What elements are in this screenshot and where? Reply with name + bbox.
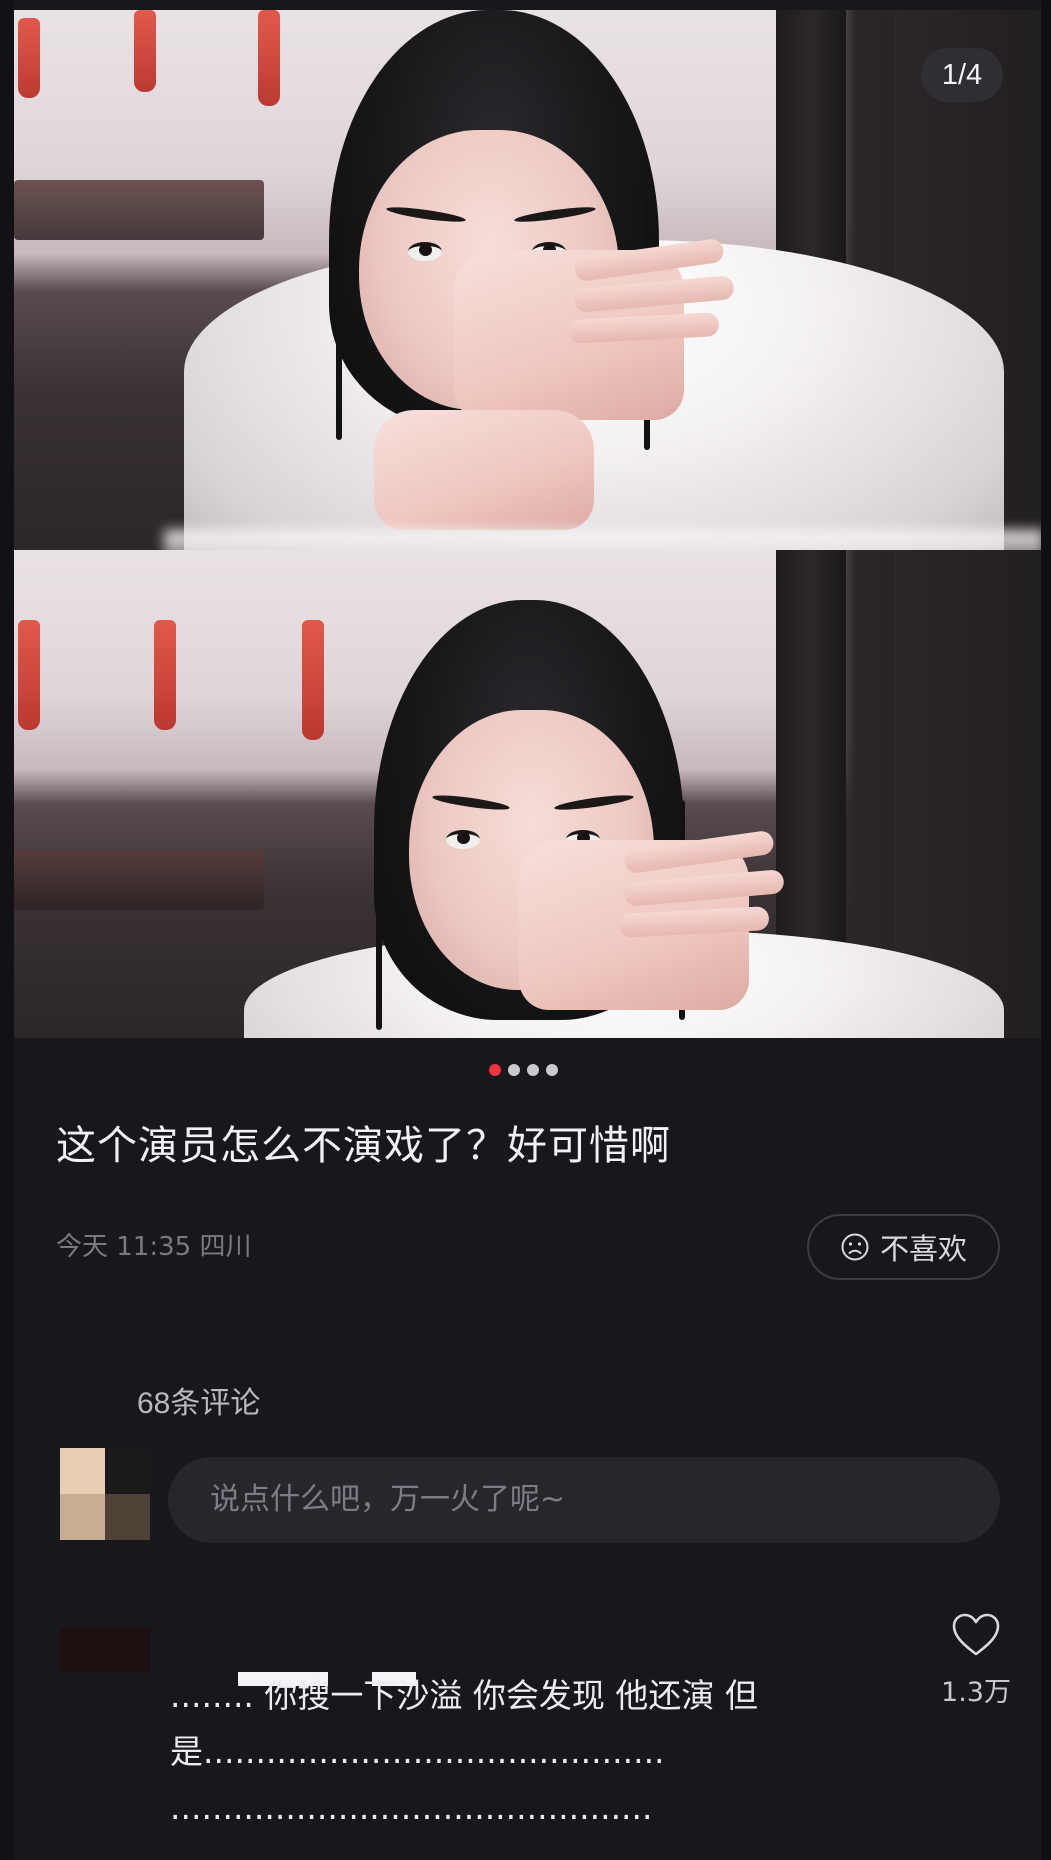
carousel-dots (489, 1064, 558, 1076)
image-carousel[interactable]: 1/4 (14, 10, 1041, 1038)
comment-text: ........ 你搜一下沙溢 你会发现 他还演 但 是............… (170, 1668, 930, 1836)
carousel-image-frame-1 (14, 10, 1041, 574)
right-edge (1041, 0, 1051, 1860)
post-meta: 今天 11:35 四川 (56, 1232, 252, 1262)
sad-face-icon (841, 1233, 869, 1261)
comment-line: ........................................… (170, 1788, 653, 1827)
left-edge (0, 0, 14, 1860)
post-title: 这个演员怎么不演戏了？好可惜啊 (56, 1123, 671, 1169)
carousel-dot-2[interactable] (508, 1064, 520, 1076)
commenter-avatar-shadow (60, 1672, 150, 1720)
carousel-dot-3[interactable] (527, 1064, 539, 1076)
comment-input[interactable]: 说点什么吧，万一火了呢~ (168, 1457, 1000, 1543)
carousel-dot-1[interactable] (489, 1064, 501, 1076)
image-page-counter: 1/4 (921, 48, 1003, 102)
carousel-dot-4[interactable] (546, 1064, 558, 1076)
dislike-label: 不喜欢 (879, 1232, 967, 1266)
commenter-avatar[interactable] (60, 1628, 150, 1672)
comment-line: 是.......................................… (170, 1732, 665, 1771)
comment-line: ........ 你搜一下沙溢 你会发现 他还演 但 (170, 1676, 758, 1715)
avatar[interactable] (60, 1448, 150, 1540)
post-detail-page: 1/4 这个演员怎么不演戏了？好可惜啊 今天 11:35 四川 不喜欢 68条评… (0, 0, 1051, 1860)
comment-count: 68条评论 (137, 1387, 261, 1420)
heart-icon (952, 1613, 1000, 1656)
carousel-image-frame-2 (14, 550, 1041, 1038)
comment-like-button[interactable]: 1.3万 (936, 1612, 1016, 1709)
like-count: 1.3万 (941, 1677, 1011, 1708)
dislike-button[interactable]: 不喜欢 (807, 1214, 1000, 1280)
